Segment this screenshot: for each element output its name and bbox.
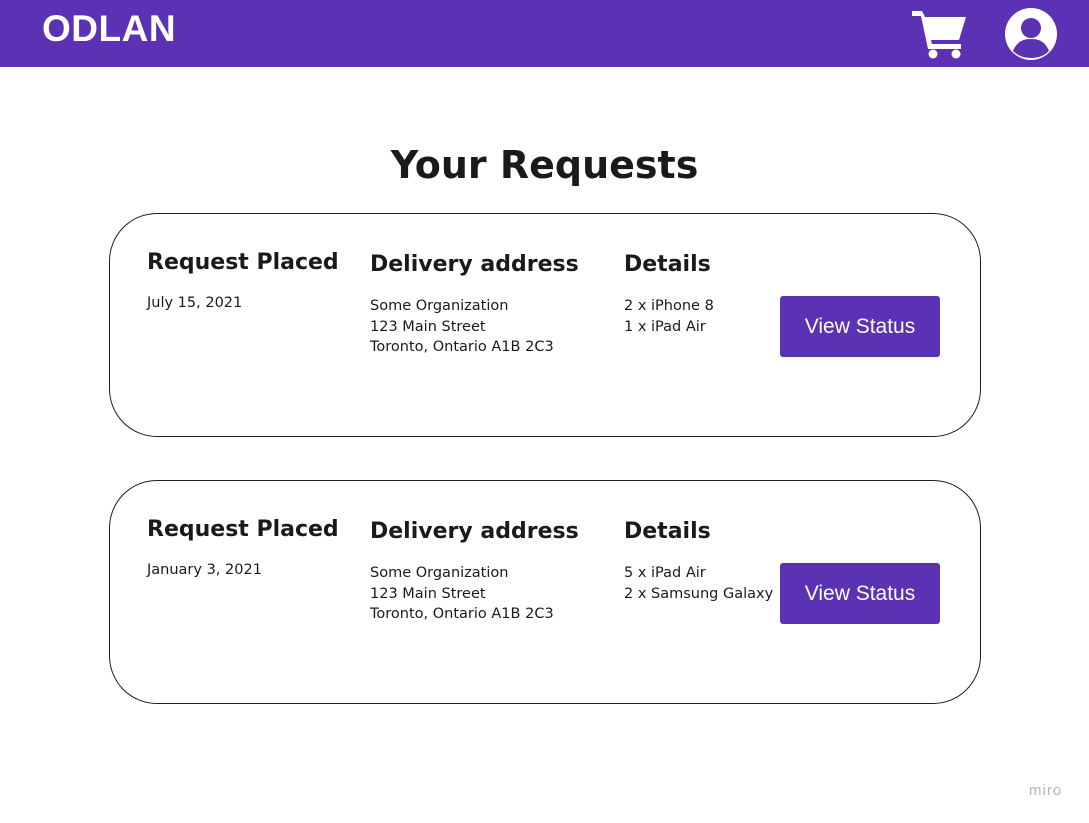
address-line: Some Organization xyxy=(370,298,509,314)
delivery-address: Some Organization 123 Main Street Toront… xyxy=(370,296,554,358)
details-heading: Details xyxy=(624,519,711,544)
request-placed-date: July 15, 2021 xyxy=(147,295,243,311)
request-placed-heading: Request Placed xyxy=(147,250,339,275)
account-button[interactable] xyxy=(1004,7,1058,61)
view-status-button[interactable]: View Status xyxy=(780,563,940,624)
detail-item: 5 x iPad Air xyxy=(624,565,706,581)
delivery-address-heading: Delivery address xyxy=(370,519,579,544)
address-line: Some Organization xyxy=(370,565,509,581)
detail-item: 1 x iPad Air xyxy=(624,318,706,335)
address-line: Toronto, Ontario A1B 2C3 xyxy=(370,339,554,355)
brand-logo[interactable]: ODLAN xyxy=(42,9,176,49)
address-line: 123 Main Street xyxy=(370,318,486,335)
view-status-button[interactable]: View Status xyxy=(780,296,940,357)
page: ODLAN Your Requests Request Placed July … xyxy=(0,0,1089,823)
top-navbar: ODLAN xyxy=(0,0,1089,67)
miro-watermark: miro xyxy=(1029,782,1063,799)
delivery-address-heading: Delivery address xyxy=(370,252,579,277)
request-placed-date: January 3, 2021 xyxy=(147,562,262,578)
cart-button[interactable] xyxy=(912,9,968,59)
details-heading: Details xyxy=(624,252,711,277)
delivery-address: Some Organization 123 Main Street Toront… xyxy=(370,563,554,625)
page-title: Your Requests xyxy=(390,143,699,188)
request-card: Request Placed January 3, 2021 Delivery … xyxy=(109,480,981,704)
address-line: 123 Main Street xyxy=(370,585,486,602)
user-account-icon xyxy=(1005,8,1057,60)
shopping-cart-icon xyxy=(912,11,966,59)
request-card: Request Placed July 15, 2021 Delivery ad… xyxy=(109,213,981,437)
detail-item: 2 x iPhone 8 xyxy=(624,298,714,314)
request-placed-heading: Request Placed xyxy=(147,517,339,542)
request-details: 2 x iPhone 8 1 x iPad Air xyxy=(624,296,714,337)
request-details: 5 x iPad Air 2 x Samsung Galaxy xyxy=(624,563,773,604)
address-line: Toronto, Ontario A1B 2C3 xyxy=(370,606,554,622)
detail-item: 2 x Samsung Galaxy xyxy=(624,585,774,602)
